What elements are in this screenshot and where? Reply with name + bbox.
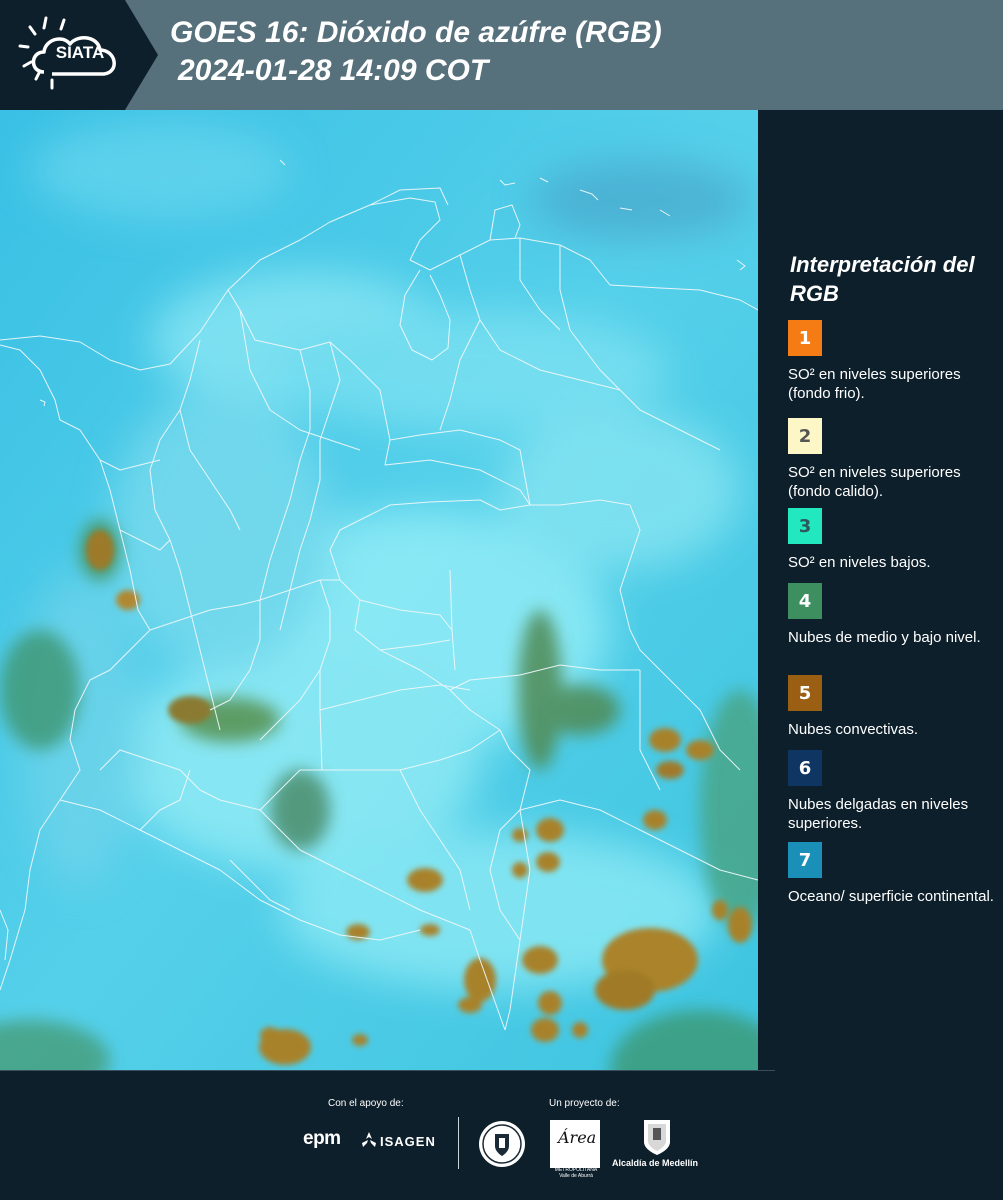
area-metropolitana-logo: Área <box>550 1120 600 1168</box>
header-bar: SIATA GOES 16: Dióxido de azúfre (RGB) 2… <box>0 0 1003 110</box>
epm-logo: epm <box>303 1128 341 1149</box>
siata-logo: SIATA <box>0 0 160 110</box>
legend-label-6: Nubes delgadas en niveles superiores. <box>788 796 969 832</box>
legend-panel: Interpretación del RGB 1 SO² en niveles … <box>758 110 1003 1070</box>
area-logo-word: Área <box>558 1128 597 1147</box>
legend-label-2: SO² en niveles superiores (fondo calido)… <box>788 464 961 500</box>
legend-label-3: SO² en niveles bajos. <box>788 554 931 571</box>
legend-item-6: 6 Nubes delgadas en niveles superiores. <box>788 750 998 833</box>
legend-swatch-2: 2 <box>788 418 822 454</box>
legend-swatch-3: 3 <box>788 508 822 544</box>
area-logo-subtitle: METROPOLITANA Valle de Aburrá <box>554 1167 598 1179</box>
legend-label-5: Nubes convectivas. <box>788 721 919 738</box>
alcaldia-medellin-text: Alcaldía de Medellín <box>612 1158 699 1168</box>
footer-divider-line <box>0 1070 775 1071</box>
medellin-seal-icon <box>479 1121 525 1167</box>
legend-item-5: 5 Nubes convectivas. <box>788 675 998 739</box>
footer: Con el apoyo de: Un proyecto de: epm ISA… <box>0 1070 1003 1200</box>
support-label: Con el apoyo de: <box>328 1098 404 1109</box>
legend-label-1: SO² en niveles superiores (fondo frio). <box>788 366 961 402</box>
legend-label-4: Nubes de medio y bajo nivel. <box>788 629 981 646</box>
legend-label-7: Oceano/ superficie continental. <box>788 888 994 905</box>
legend-swatch-7: 7 <box>788 842 822 878</box>
page-timestamp: 2024-01-28 14:09 COT <box>178 54 489 87</box>
legend-swatch-5: 5 <box>788 675 822 711</box>
siata-logo-text: SIATA <box>55 43 105 62</box>
isagen-logo-icon <box>362 1132 376 1147</box>
page-title: GOES 16: Dióxido de azúfre (RGB) <box>170 16 662 49</box>
legend-item-2: 2 SO² en niveles superiores (fondo calid… <box>788 418 998 505</box>
project-label: Un proyecto de: <box>549 1098 620 1109</box>
alcaldia-shield-icon <box>644 1120 670 1155</box>
legend-swatch-6: 6 <box>788 750 822 786</box>
legend-item-7: 7 Oceano/ superficie continental. <box>788 842 998 906</box>
isagen-logo: ISAGEN <box>380 1134 436 1149</box>
legend-item-3: 3 SO² en niveles bajos. <box>788 508 998 572</box>
footer-logo-divider <box>458 1117 459 1169</box>
satellite-map <box>0 110 758 1070</box>
legend-title: Interpretación del RGB <box>790 252 975 306</box>
legend-swatch-4: 4 <box>788 583 822 619</box>
legend-swatch-1: 1 <box>788 320 822 356</box>
legend-item-1: 1 SO² en niveles superiores (fondo frio)… <box>788 320 998 403</box>
satellite-rgb-image <box>0 110 758 1070</box>
legend-item-4: 4 Nubes de medio y bajo nivel. <box>788 583 998 647</box>
